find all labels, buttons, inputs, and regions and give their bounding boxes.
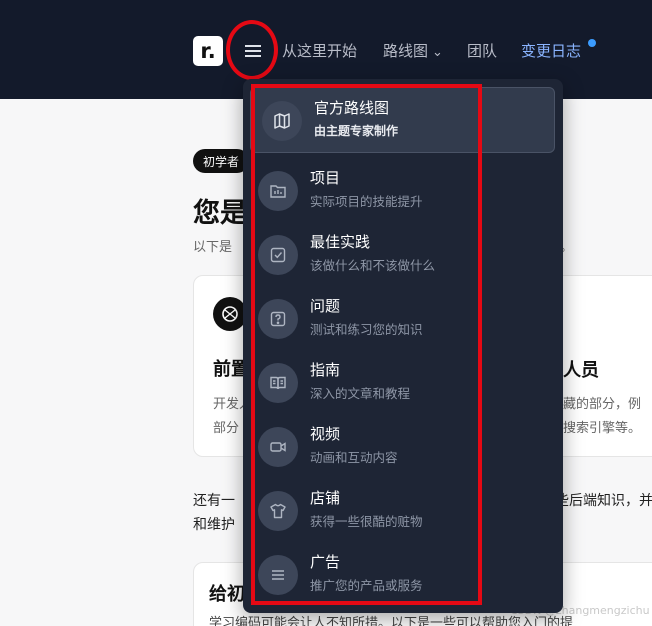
check-square-icon	[258, 235, 298, 275]
menu-item-projects[interactable]: 项目 实际项目的技能提升	[258, 167, 548, 219]
page-subtitle: 以下是	[193, 240, 233, 255]
paragraph-line2: 和维护	[193, 517, 235, 533]
menu-item-advertise[interactable]: 广告 推广您的产品或服务	[258, 551, 548, 603]
notification-dot	[588, 39, 596, 47]
level-tag: 初学者	[193, 149, 250, 173]
chevron-down-icon: ⌄	[432, 45, 443, 60]
menu-item-desc: 动画和互动内容	[310, 450, 398, 465]
menu-item-shop[interactable]: 店铺 获得一些很酷的赃物	[258, 487, 548, 539]
menu-item-questions[interactable]: 问题 测试和练习您的知识	[258, 295, 548, 347]
menu-item-desc: 由主题专家制作	[314, 124, 399, 138]
nav-team[interactable]: 团队	[467, 40, 497, 61]
shirt-icon	[258, 491, 298, 531]
menu-item-official-roadmaps[interactable]: 官方路线图 由主题专家制作	[258, 96, 548, 148]
card-icon	[213, 297, 247, 331]
menu-item-desc: 该做什么和不该做什么	[310, 258, 436, 273]
nav-start-here[interactable]: 从这里开始	[282, 40, 357, 61]
menu-lines-icon	[258, 555, 298, 595]
menu-item-desc: 测试和练习您的知识	[310, 322, 423, 337]
menu-item-guides[interactable]: 指南 深入的文章和教程	[258, 359, 548, 411]
menu-item-best-practices[interactable]: 最佳实践 该做什么和不该做什么	[258, 231, 548, 283]
menu-item-desc: 深入的文章和教程	[310, 386, 411, 401]
card-text-line2-end: 、搜索引擎等。	[550, 421, 642, 436]
menu-item-title: 问题	[310, 297, 341, 315]
menu-item-desc: 实际项目的技能提升	[310, 194, 423, 209]
book-icon	[258, 363, 298, 403]
menu-item-title: 视频	[310, 425, 341, 443]
paragraph-line1: 还有一	[193, 493, 235, 509]
video-icon	[258, 427, 298, 467]
hamburger-icon	[245, 45, 261, 57]
card-text-line2: 部分	[213, 421, 240, 436]
menu-item-title: 店铺	[310, 489, 341, 507]
page-title: 您是	[193, 198, 247, 229]
menu-item-title: 项目	[310, 169, 341, 187]
tips-heading: 给初	[209, 584, 245, 605]
nav-roadmaps-label: 路线图	[383, 42, 429, 60]
menu-item-title: 官方路线图	[314, 99, 390, 117]
folder-chart-icon	[258, 171, 298, 211]
menu-item-title: 指南	[310, 361, 341, 379]
menu-item-title: 最佳实践	[310, 233, 371, 251]
logo[interactable]: r.	[193, 36, 223, 66]
card-heading-end: 人员	[563, 360, 599, 381]
menu-item-desc: 获得一些很酷的赃物	[310, 514, 423, 529]
card-text-line1-end: 隐藏的部分，例	[550, 397, 642, 412]
menu-item-videos[interactable]: 视频 动画和互动内容	[258, 423, 548, 475]
paragraph-line1-end: 些后端知识，并	[555, 493, 652, 509]
map-icon	[262, 101, 302, 141]
hamburger-menu-button[interactable]	[238, 36, 268, 66]
menu-item-desc: 推广您的产品或服务	[310, 578, 423, 593]
nav-roadmaps[interactable]: 路线图 ⌄	[383, 40, 443, 61]
nav-changelog[interactable]: 变更日志	[521, 40, 581, 61]
question-icon	[258, 299, 298, 339]
menu-item-title: 广告	[310, 553, 341, 571]
